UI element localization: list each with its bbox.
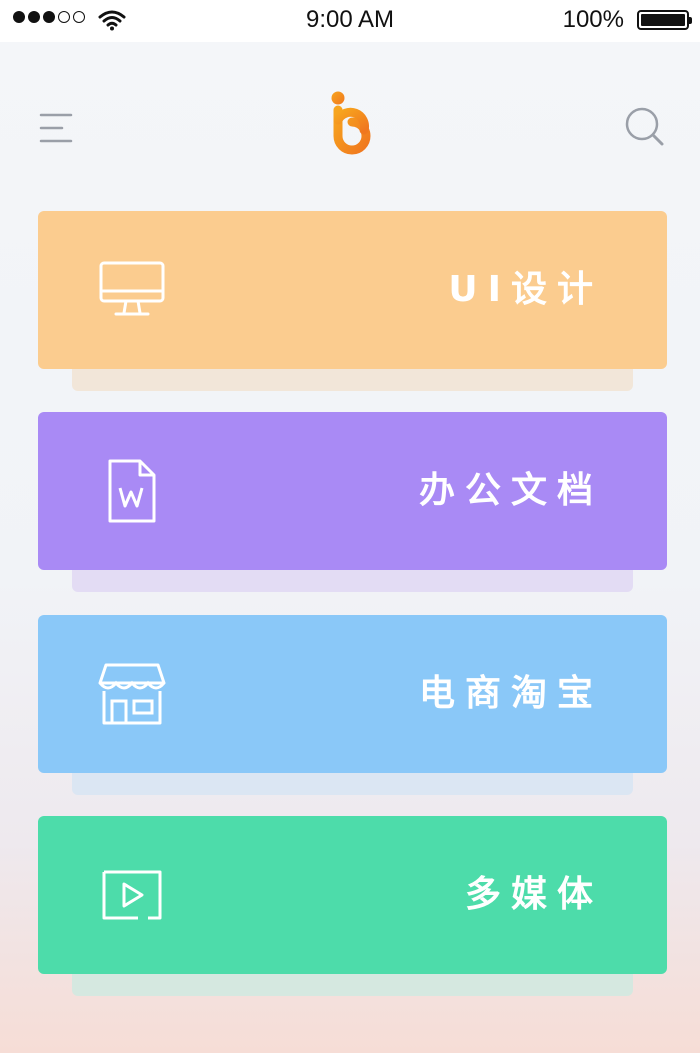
category-card-multimedia-wrapper: 多媒体 — [38, 816, 667, 996]
card-label: 办公文档 — [418, 470, 603, 511]
status-bar: 9:00 AM 100% — [0, 0, 700, 42]
category-card-multimedia[interactable]: 多媒体 — [38, 816, 667, 974]
card-label: UI设计 — [448, 269, 603, 310]
ib-logo-icon — [331, 91, 371, 155]
card-label: 电商淘宝 — [418, 673, 603, 714]
category-card-ecommerce[interactable]: 电商淘宝 — [38, 615, 667, 773]
category-card-office-docs[interactable]: 办公文档 — [38, 412, 667, 570]
storefront-icon — [98, 663, 166, 725]
category-card-ui-design-wrapper: UI设计 — [38, 211, 667, 391]
battery-icon — [637, 10, 692, 30]
search-icon[interactable] — [624, 106, 666, 148]
word-document-icon — [108, 459, 156, 523]
top-navigation — [0, 42, 700, 202]
hamburger-menu-icon[interactable] — [38, 110, 74, 146]
card-label: 多媒体 — [464, 874, 603, 915]
battery-percentage: 100% — [562, 6, 624, 33]
category-card-ecommerce-wrapper: 电商淘宝 — [38, 615, 667, 795]
category-card-ui-design[interactable]: UI设计 — [38, 211, 667, 369]
monitor-icon — [99, 261, 165, 316]
video-play-icon — [102, 870, 162, 920]
category-card-office-docs-wrapper: 办公文档 — [38, 412, 667, 592]
